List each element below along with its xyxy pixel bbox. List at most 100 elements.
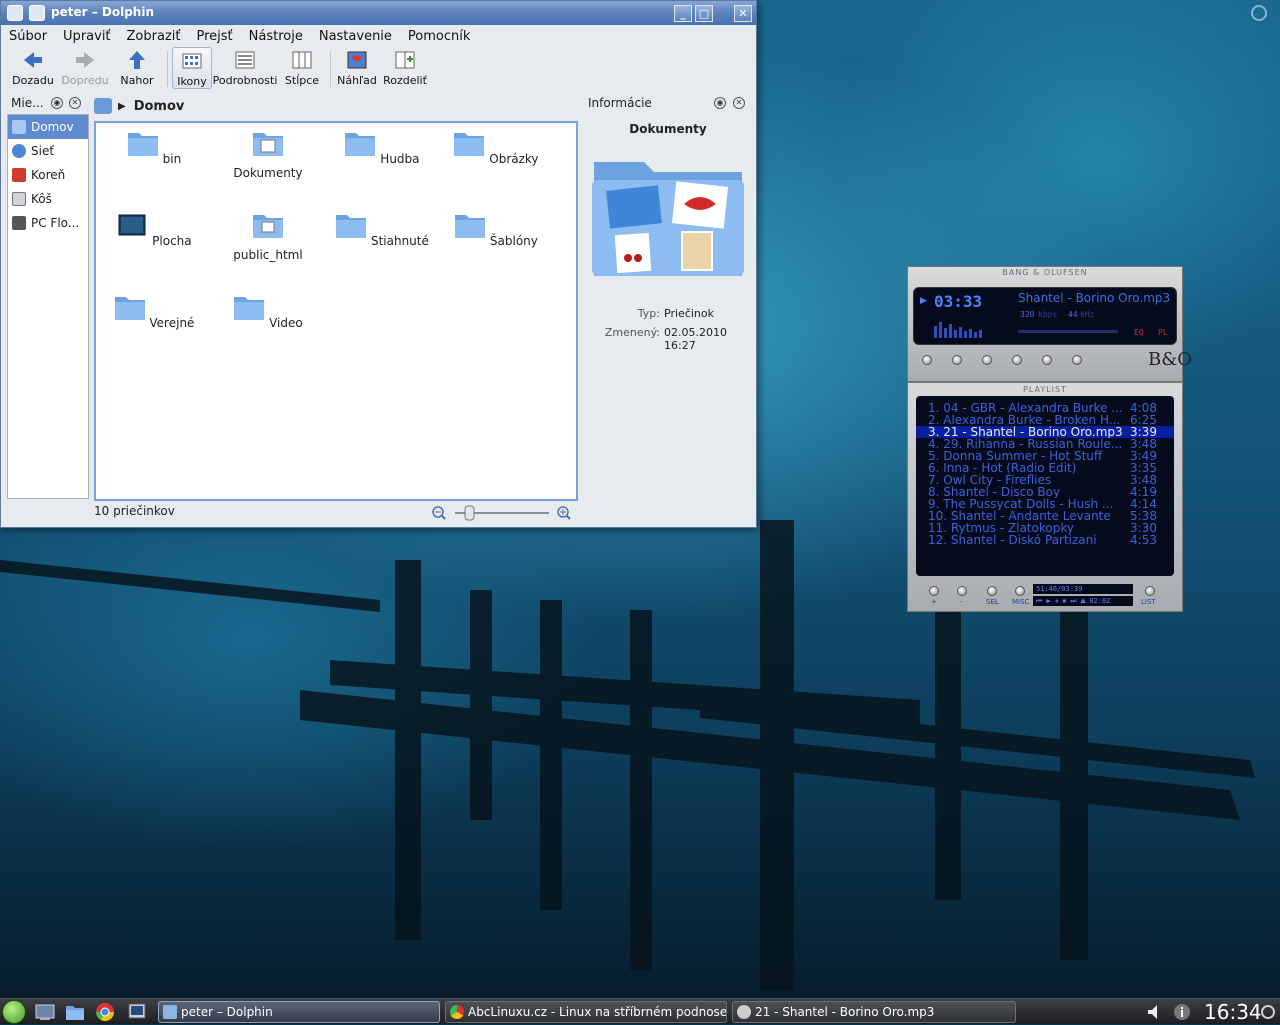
- panel-toolbox-icon[interactable]: [1258, 1002, 1278, 1022]
- terminal-icon[interactable]: [126, 1002, 148, 1022]
- information-icon[interactable]: [1172, 1002, 1192, 1022]
- playlist-item[interactable]: 7. Owl City - Fireflies 3:48: [916, 474, 1174, 486]
- place-kos[interactable]: Kôš: [8, 187, 88, 211]
- playlist-item[interactable]: 10. Shantel - Andante Levante 5:38: [916, 510, 1174, 522]
- preview-button[interactable]: Náhľad: [335, 47, 379, 89]
- task-chrome[interactable]: AbcLinuxu.cz - Linux na stříbrném podnos…: [445, 1001, 727, 1023]
- menu-subor[interactable]: Súbor: [9, 29, 47, 44]
- folder-bin[interactable]: bin: [104, 129, 204, 166]
- remove-file-button[interactable]: [957, 586, 967, 596]
- list-button[interactable]: [1145, 586, 1155, 596]
- up-button[interactable]: Nahor: [111, 47, 163, 89]
- place-domov[interactable]: Domov: [8, 115, 88, 139]
- playlist-item[interactable]: 9. The Pussycat Dolls - Hush ... 4:14: [916, 498, 1174, 510]
- playlist-item[interactable]: 1. 04 - GBR - Alexandra Burke ... 4:08: [916, 402, 1174, 414]
- menu-nastavenie[interactable]: Nastavenie: [319, 29, 392, 44]
- bitrate: 320: [1020, 310, 1035, 319]
- task-dolphin[interactable]: peter – Dolphin: [158, 1001, 440, 1023]
- seek-bar[interactable]: [1018, 330, 1118, 333]
- playlist-mini-controls[interactable]: ⏮ ▶ ⏸ ⏹ ⏭ ⏏ 02:02: [1033, 596, 1133, 606]
- play-button[interactable]: [952, 355, 962, 365]
- breadcrumb-current[interactable]: Domov: [134, 99, 185, 114]
- current-song: Shantel - Borino Oro.mp3: [1018, 291, 1171, 305]
- playlist-item[interactable]: 12. Shantel - Diskó Partizani 4:53: [916, 534, 1174, 546]
- next-button[interactable]: [1042, 355, 1052, 365]
- folder-obrazky[interactable]: Obrázky: [446, 129, 546, 166]
- panel-float-icon[interactable]: ◉: [51, 97, 63, 109]
- columns-view-button[interactable]: Stĺpce: [278, 47, 326, 89]
- window-titlebar[interactable]: peter – Dolphin _ □ ✕: [1, 1, 756, 25]
- place-koren[interactable]: Koreň: [8, 163, 88, 187]
- toolbar-separator: [167, 51, 168, 87]
- eq-button[interactable]: EQ: [1134, 328, 1144, 337]
- maximize-button[interactable]: □: [695, 5, 713, 22]
- place-siet[interactable]: Sieť: [8, 139, 88, 163]
- player-main[interactable]: BANG & OLUFSEN ▶ 03:33 Shantel - Borino …: [907, 266, 1192, 382]
- previous-button[interactable]: [922, 355, 932, 365]
- chrome-icon[interactable]: [94, 1002, 116, 1022]
- select-button[interactable]: [987, 586, 997, 596]
- playlist-item[interactable]: 4. 29. Rihanna - Russian Roule... 3:48: [916, 438, 1174, 450]
- back-button[interactable]: Dozadu: [7, 47, 59, 89]
- zoom-slider[interactable]: [431, 504, 576, 522]
- menu-upravit[interactable]: Upraviť: [63, 29, 110, 44]
- eject-button[interactable]: [1072, 355, 1082, 365]
- panel-close-icon[interactable]: ✕: [733, 97, 745, 109]
- folder-hudba[interactable]: Hudba: [332, 129, 432, 166]
- file-view[interactable]: bin Dokumenty Hudba Obrázky Plocha publi…: [94, 121, 578, 501]
- menu-pomocnik[interactable]: Pomocník: [408, 29, 470, 44]
- minimize-button[interactable]: _: [674, 5, 692, 22]
- forward-button[interactable]: Dopredu: [59, 47, 111, 89]
- clock[interactable]: 16:34: [1204, 999, 1262, 1025]
- kde-menu-button[interactable]: [2, 1000, 26, 1024]
- folder-dokumenty[interactable]: Dokumenty: [218, 129, 318, 180]
- home-icon: [12, 120, 26, 134]
- icons-view-button[interactable]: Ikony: [172, 47, 212, 89]
- add-file-button[interactable]: [929, 586, 939, 596]
- desktop-toolbox-icon[interactable]: [1250, 4, 1268, 22]
- taskbar: peter – Dolphin AbcLinuxu.cz - Linux na …: [0, 998, 1280, 1024]
- pause-button[interactable]: [982, 355, 992, 365]
- playlist-item[interactable]: 5. Donna Summer - Hot Stuff 3:49: [916, 450, 1174, 462]
- split-view-icon: [395, 51, 415, 69]
- stop-button[interactable]: [1012, 355, 1022, 365]
- documents-folder-icon: [253, 133, 283, 156]
- folder-icon: [455, 215, 486, 238]
- menu-zobrazit[interactable]: Zobraziť: [127, 29, 181, 44]
- xmms-icon: [737, 1005, 751, 1019]
- folder-stiahnute[interactable]: Stiahnuté: [332, 211, 432, 248]
- playlist-item-current[interactable]: 3. 21 - Shantel - Borino Oro.mp3 3:39: [916, 426, 1174, 438]
- panel-close-icon[interactable]: ✕: [69, 97, 81, 109]
- panel-float-icon[interactable]: ◉: [714, 97, 726, 109]
- folder-icon: [454, 133, 485, 156]
- breadcrumb: ▶ Domov: [94, 96, 578, 116]
- folder-verejne[interactable]: Verejné: [104, 293, 204, 330]
- pl-button[interactable]: PL: [1158, 328, 1168, 337]
- arrow-right-icon: [76, 52, 94, 68]
- home-icon[interactable]: [94, 98, 112, 114]
- file-manager-icon[interactable]: [64, 1002, 86, 1022]
- volume-icon[interactable]: [1145, 1002, 1165, 1022]
- menu-prejst[interactable]: Prejsť: [197, 29, 233, 44]
- playback-time: 03:33: [934, 292, 983, 311]
- folder-public-html[interactable]: public_html: [218, 211, 318, 262]
- folder-video[interactable]: Video: [218, 293, 318, 330]
- playlist-item[interactable]: 2. Alexandra Burke - Broken H... 6:25: [916, 414, 1174, 426]
- place-pc-floppy[interactable]: PC Flo...: [8, 211, 88, 235]
- floppy-icon: [12, 216, 26, 230]
- pin-icon[interactable]: [29, 5, 45, 21]
- playlist-item[interactable]: 8. Shantel - Disco Boy 4:19: [916, 486, 1174, 498]
- playlist-item[interactable]: 6. Inna - Hot (Radio Edit) 3:35: [916, 462, 1174, 474]
- folder-sablony[interactable]: Šablóny: [446, 211, 546, 248]
- misc-button[interactable]: [1015, 586, 1025, 596]
- window-menu-icon[interactable]: [7, 5, 23, 21]
- menu-nastroje[interactable]: Nástroje: [249, 29, 303, 44]
- folder-plocha[interactable]: Plocha: [104, 211, 204, 248]
- close-button[interactable]: ✕: [734, 5, 752, 22]
- split-button[interactable]: Rozdeliť: [379, 47, 431, 89]
- task-xmms[interactable]: 21 - Shantel - Borino Oro.mp3: [732, 1001, 1016, 1023]
- playlist-item[interactable]: 11. Rytmus - Zlatokopky 3:30: [916, 522, 1174, 534]
- show-desktop-icon[interactable]: [34, 1002, 56, 1022]
- playlist[interactable]: 1. 04 - GBR - Alexandra Burke ... 4:08 2.…: [916, 396, 1174, 576]
- details-view-button[interactable]: Podrobnosti: [212, 47, 278, 89]
